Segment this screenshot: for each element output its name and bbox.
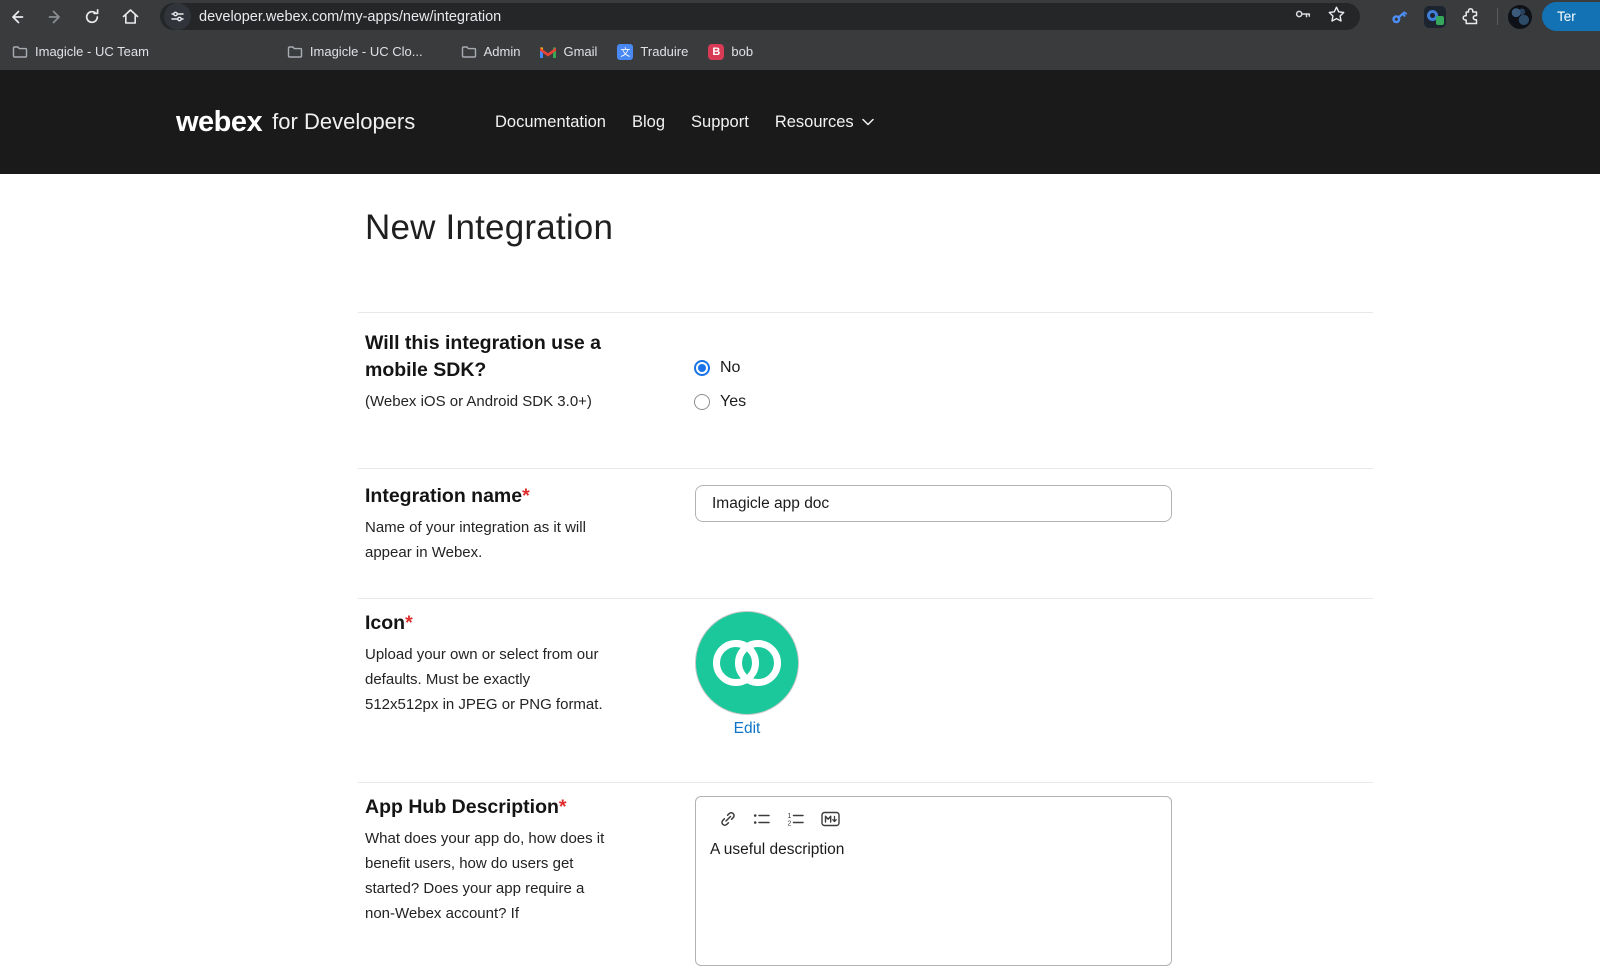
nav-resources-label: Resources <box>775 113 854 132</box>
translate-icon: 文 <box>617 44 633 60</box>
nav-support[interactable]: Support <box>691 113 749 132</box>
browser-profile-avatar[interactable] <box>1508 5 1532 29</box>
bookmark-star-icon[interactable] <box>1327 5 1346 29</box>
bookmark-label: Traduire <box>640 44 688 59</box>
app-hub-description-text: What does your app do, how does it benef… <box>365 826 605 926</box>
url-text[interactable]: developer.webex.com/my-apps/new/integrat… <box>199 9 1293 25</box>
bookmark-imagicle-uc-team[interactable]: Imagicle - UC Team <box>4 40 157 63</box>
chevron-down-icon <box>862 118 874 126</box>
mobile-sdk-heading: Will this integration use a mobile SDK? <box>365 330 603 384</box>
nav-resources[interactable]: Resources <box>775 113 874 132</box>
divider <box>358 598 1373 599</box>
heading-text: App Hub Description <box>365 796 559 818</box>
puzzle-extensions-icon[interactable] <box>1459 5 1483 29</box>
svg-text:1: 1 <box>788 813 792 820</box>
office-extension-icon[interactable] <box>1423 5 1447 29</box>
folder-icon <box>461 45 477 59</box>
letter-badge-icon: B <box>708 44 724 60</box>
browser-toolbar: developer.webex.com/my-apps/new/integrat… <box>0 0 1600 33</box>
icon-edit-link[interactable]: Edit <box>695 720 799 738</box>
link-icon[interactable] <box>718 809 738 829</box>
radio-selected-icon[interactable] <box>694 360 710 376</box>
page-title: New Integration <box>365 208 613 248</box>
required-marker: * <box>559 796 567 818</box>
logo-wordmark: webex <box>176 106 262 139</box>
reload-icon[interactable] <box>82 7 102 27</box>
bookmark-label: Admin <box>484 44 521 59</box>
bookmark-admin[interactable]: Admin <box>453 40 529 63</box>
bookmarks-bar: Imagicle - UC Team Imagicle - UC Clo... … <box>0 33 1600 70</box>
app-hub-description-heading: App Hub Description* <box>365 794 603 821</box>
profile-chip[interactable]: Ter <box>1542 2 1600 31</box>
bookmark-bob[interactable]: B bob <box>700 40 761 64</box>
forward-icon[interactable] <box>45 7 65 27</box>
main-nav: Documentation Blog Support Resources <box>495 70 874 174</box>
description-editor[interactable]: 12 A useful description <box>695 796 1172 966</box>
mobile-sdk-subtext: (Webex iOS or Android SDK 3.0+) <box>365 389 605 414</box>
markdown-icon[interactable] <box>820 809 840 829</box>
radio-option-no[interactable]: No <box>694 356 746 379</box>
bookmark-gmail[interactable]: Gmail <box>532 40 605 63</box>
divider <box>358 782 1373 783</box>
bookmark-imagicle-uc-cloud[interactable]: Imagicle - UC Clo... <box>279 40 431 63</box>
nav-blog[interactable]: Blog <box>632 113 665 132</box>
heading-text: Integration name <box>365 485 522 507</box>
gmail-icon <box>540 46 556 58</box>
radio-option-yes[interactable]: Yes <box>694 390 746 413</box>
site-header: webex for Developers Documentation Blog … <box>0 70 1600 174</box>
bullet-list-icon[interactable] <box>752 809 772 829</box>
icon-section-label: Icon* Upload your own or select from our… <box>365 610 615 717</box>
home-icon[interactable] <box>120 7 140 27</box>
site-settings-icon[interactable] <box>164 3 191 30</box>
bookmark-label: Gmail <box>563 44 597 59</box>
password-key-icon[interactable] <box>1293 4 1313 29</box>
page-content: New Integration Will this integration us… <box>0 174 1600 936</box>
folder-icon <box>12 45 28 59</box>
radio-label: No <box>720 359 740 377</box>
mobile-sdk-radio-group: No Yes <box>694 356 746 413</box>
required-marker: * <box>405 612 413 634</box>
screen: developer.webex.com/my-apps/new/integrat… <box>0 0 1600 936</box>
extensions-area: Ter <box>1387 0 1600 33</box>
webex-rings-icon <box>711 634 783 692</box>
bookmark-label: bob <box>731 44 753 59</box>
svg-text:2: 2 <box>788 821 792 828</box>
numbered-list-icon[interactable]: 12 <box>786 809 806 829</box>
editor-content[interactable]: A useful description <box>696 829 1171 859</box>
integration-name-section-label: Integration name* Name of your integrati… <box>365 483 615 565</box>
required-marker: * <box>522 485 530 507</box>
logo-tagline: for Developers <box>272 109 415 135</box>
icon-heading: Icon* <box>365 610 603 637</box>
integration-name-heading: Integration name* <box>365 483 603 510</box>
nav-documentation[interactable]: Documentation <box>495 113 606 132</box>
key-extension-icon[interactable] <box>1387 5 1411 29</box>
address-bar[interactable]: developer.webex.com/my-apps/new/integrat… <box>160 3 1360 30</box>
integration-name-description: Name of your integration as it will appe… <box>365 515 605 565</box>
heading-text: Icon <box>365 612 405 634</box>
bookmark-label: Imagicle - UC Team <box>35 44 149 59</box>
webex-logo[interactable]: webex for Developers <box>176 70 415 174</box>
editor-toolbar: 12 <box>696 797 1171 829</box>
radio-label: Yes <box>720 393 746 411</box>
toolbar-separator <box>1497 8 1498 25</box>
icon-description: Upload your own or select from our defau… <box>365 642 605 717</box>
bookmark-traduire[interactable]: 文 Traduire <box>609 40 696 64</box>
integration-name-input[interactable] <box>695 485 1172 522</box>
radio-unselected-icon[interactable] <box>694 394 710 410</box>
divider <box>358 468 1373 469</box>
mobile-sdk-section-label: Will this integration use a mobile SDK? … <box>365 330 615 414</box>
folder-icon <box>287 45 303 59</box>
integration-icon-preview[interactable] <box>695 611 799 715</box>
bookmark-label: Imagicle - UC Clo... <box>310 44 423 59</box>
divider <box>358 312 1373 313</box>
app-hub-description-section-label: App Hub Description* What does your app … <box>365 794 615 926</box>
back-icon[interactable] <box>7 7 27 27</box>
